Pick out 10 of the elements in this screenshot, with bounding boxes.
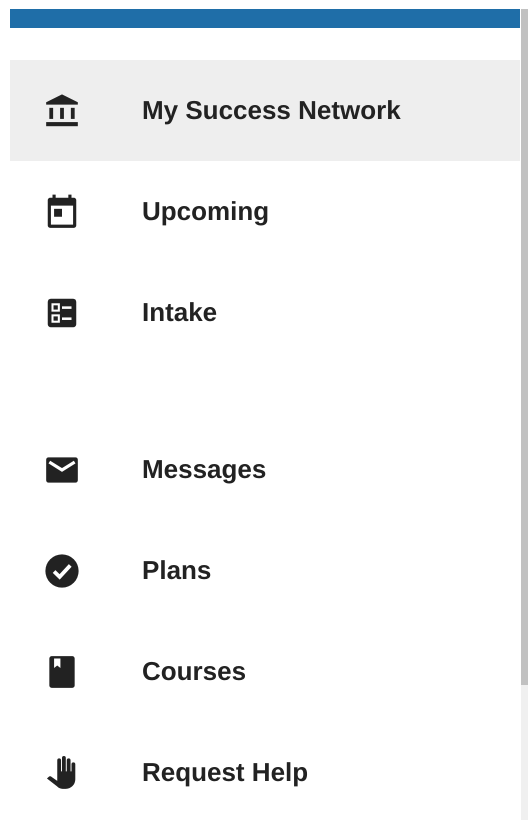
nav-item[interactable]: Messages [10,419,520,520]
scrollbar[interactable] [521,9,528,820]
scrollbar-thumb[interactable] [521,9,528,685]
nav-item[interactable]: Courses [10,621,520,722]
nav-item[interactable]: Intake [10,262,520,363]
nav-item[interactable]: Request Help [10,722,520,820]
check-circle-icon [43,552,81,590]
nav-item[interactable]: My Success Network [10,60,520,161]
nav-item[interactable]: Plans [10,520,520,621]
nav-item[interactable]: Upcoming [10,161,520,262]
